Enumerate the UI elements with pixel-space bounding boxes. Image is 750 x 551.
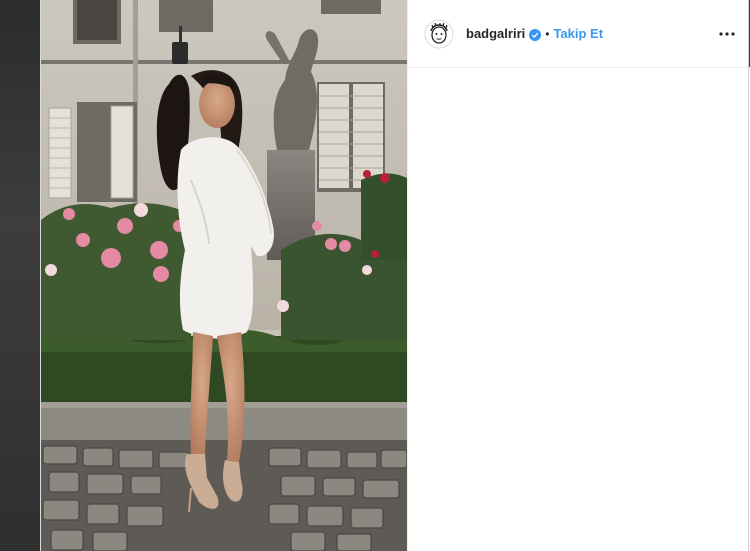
post-header: badgalriri • Takip Et [407, 0, 750, 68]
post-photo[interactable] [41, 0, 407, 551]
modal-edge [748, 0, 749, 551]
more-options-icon[interactable] [718, 25, 736, 43]
post-modal: badgalriri • Takip Et [40, 0, 750, 551]
header-separator: • [545, 26, 550, 41]
photo-illustration [41, 0, 407, 551]
follow-button[interactable]: Takip Et [553, 26, 603, 41]
background-overlay [0, 0, 40, 551]
avatar-face-icon[interactable] [424, 19, 454, 49]
username-link[interactable]: badgalriri [466, 26, 525, 41]
comments-panel [407, 68, 750, 551]
verified-badge-icon [529, 28, 542, 41]
